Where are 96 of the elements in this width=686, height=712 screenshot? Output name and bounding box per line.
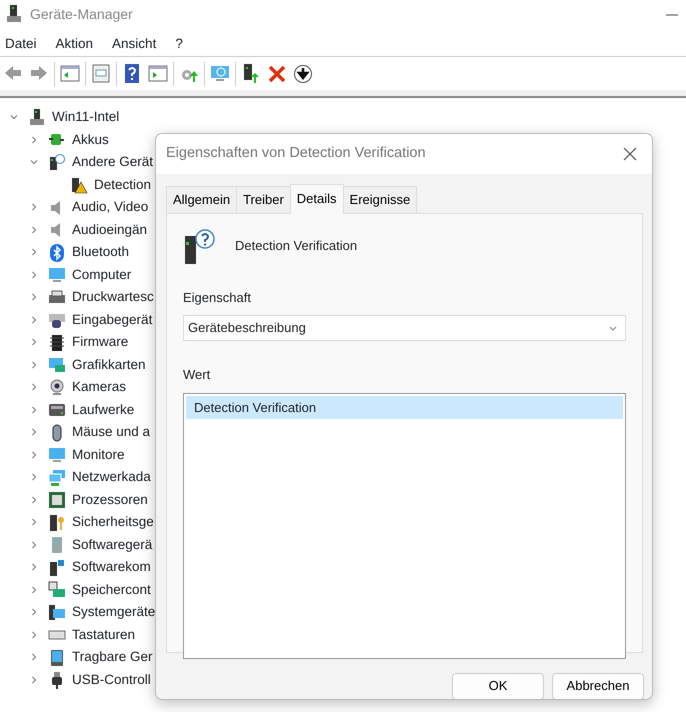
tree-item[interactable]: USB-Controll <box>72 670 151 690</box>
network-icon <box>48 468 66 487</box>
tree-item[interactable]: Firmware <box>72 332 128 352</box>
chevron-right-icon[interactable] <box>30 293 38 302</box>
bluetooth-icon <box>48 244 66 262</box>
chevron-right-icon[interactable] <box>30 586 38 594</box>
tree-item[interactable]: Audio, Video <box>72 197 148 218</box>
chevron-right-icon[interactable] <box>30 608 38 616</box>
value-list[interactable]: Detection Verification <box>183 392 626 658</box>
tree-item[interactable]: Computer <box>72 264 132 285</box>
dialog-button[interactable]: Abbrechen <box>552 672 644 699</box>
menu-item[interactable]: ? <box>170 34 191 56</box>
chevron-right-icon[interactable] <box>30 630 38 639</box>
chevron-right-icon[interactable] <box>30 450 38 459</box>
tree-item[interactable]: Laufwerke <box>72 400 134 420</box>
chevron-right-icon[interactable] <box>30 136 38 144</box>
computer-tower-icon <box>28 108 46 127</box>
device-key-icon <box>48 514 66 532</box>
delete-icon <box>267 64 287 84</box>
tree-item[interactable]: Tragbare Ger <box>72 647 153 668</box>
tree-item[interactable]: Kameras <box>72 377 126 398</box>
tab[interactable]: Details <box>290 184 344 214</box>
tree-item[interactable]: Tastaturen <box>72 624 136 645</box>
field-label: Eigenschaft <box>183 288 252 307</box>
list-item[interactable]: Detection Verification <box>186 396 623 419</box>
help-icon <box>122 64 142 84</box>
chevron-right-icon[interactable] <box>30 473 38 482</box>
computer-tower-icon <box>6 5 22 23</box>
tree-item[interactable]: Detection <box>94 174 152 195</box>
chevron-right-icon[interactable] <box>30 226 38 234</box>
field-label: Wert <box>183 366 212 384</box>
chevron-right-icon[interactable] <box>30 338 38 346</box>
chevron-down-icon[interactable] <box>30 158 38 166</box>
properties-icon <box>91 64 111 84</box>
processor-icon <box>48 491 66 510</box>
chevron-right-icon[interactable] <box>30 676 38 684</box>
system-devices-icon <box>48 604 66 622</box>
device-name: Detection Verification <box>235 236 358 255</box>
chevron-right-icon[interactable] <box>30 383 38 392</box>
chevron-right-icon[interactable] <box>30 496 38 504</box>
graphics-card-icon <box>48 356 66 374</box>
monitor-search-icon <box>210 64 230 84</box>
storage-controller-icon <box>48 581 66 600</box>
property-dropdown[interactable]: Gerätebeschreibung <box>183 315 626 341</box>
chevron-down-icon[interactable] <box>10 113 18 122</box>
tab[interactable]: Ereignisse <box>342 186 418 212</box>
chevron-right-icon[interactable] <box>30 248 38 256</box>
chevron-right-icon[interactable] <box>30 360 38 369</box>
tree-item[interactable]: Prozessoren <box>72 490 148 510</box>
chevron-right-icon[interactable] <box>30 316 38 324</box>
dialog-button[interactable]: OK <box>452 672 544 699</box>
tree-item[interactable]: Netzwerkada <box>72 467 151 488</box>
close-icon <box>623 147 637 161</box>
menu-item[interactable]: Ansicht <box>107 34 164 56</box>
tree-item[interactable]: Win11-Intel <box>52 107 120 128</box>
device-warning-icon <box>70 176 88 194</box>
keyboard-mouse-icon <box>48 311 66 330</box>
menu-item[interactable]: Datei <box>0 34 45 56</box>
tree-item[interactable]: Eingabegerät <box>72 310 152 330</box>
chevron-right-icon[interactable] <box>30 563 38 572</box>
tree-item[interactable]: Softwaregerä <box>72 534 152 555</box>
tree-item[interactable]: Sicherheitsge <box>72 512 154 532</box>
chevron-right-icon[interactable] <box>30 540 38 549</box>
tree-item[interactable]: Andere Gerät <box>72 152 154 172</box>
menu-item[interactable]: Aktion <box>50 34 102 56</box>
window-panel-icon <box>148 64 168 84</box>
tab[interactable]: Allgemein <box>166 186 238 212</box>
tree-item[interactable]: Monitore <box>72 444 125 465</box>
tree-item[interactable]: Akkus <box>72 130 109 150</box>
window-panel-icon <box>60 64 80 84</box>
tree-item[interactable]: Audioeingän <box>72 220 148 240</box>
chevron-down-icon <box>609 326 617 332</box>
webcam-icon <box>48 378 66 397</box>
device-puzzle-icon <box>48 558 66 577</box>
chevron-right-icon[interactable] <box>30 518 38 526</box>
device-question-icon <box>48 154 66 172</box>
tree-item[interactable]: Speichercont <box>72 580 151 600</box>
tree-item[interactable]: Bluetooth <box>72 242 130 262</box>
monitor-icon <box>48 266 66 284</box>
tree-item[interactable]: Softwarekom <box>72 557 151 578</box>
chevron-right-icon[interactable] <box>30 653 38 662</box>
tree-item[interactable]: Grafikkarten <box>72 354 146 375</box>
tablet-icon <box>48 648 66 667</box>
monitor-icon <box>48 446 66 464</box>
chevron-right-icon[interactable] <box>30 270 38 279</box>
chip-icon <box>48 334 66 352</box>
chevron-right-icon[interactable] <box>30 406 38 414</box>
window-title: Geräte-Manager <box>30 4 134 24</box>
tree-item[interactable]: Systemgeräte <box>72 602 156 622</box>
chevron-right-icon[interactable] <box>30 203 38 212</box>
tree-item[interactable]: Druckwartesc <box>72 287 154 308</box>
download-icon <box>293 64 313 84</box>
device-add-icon <box>241 64 261 84</box>
chevron-right-icon[interactable] <box>30 428 38 436</box>
dialog-title: Eigenschaften von Detection Verification <box>166 144 426 164</box>
tree-item[interactable]: Mäuse und a <box>72 422 150 442</box>
